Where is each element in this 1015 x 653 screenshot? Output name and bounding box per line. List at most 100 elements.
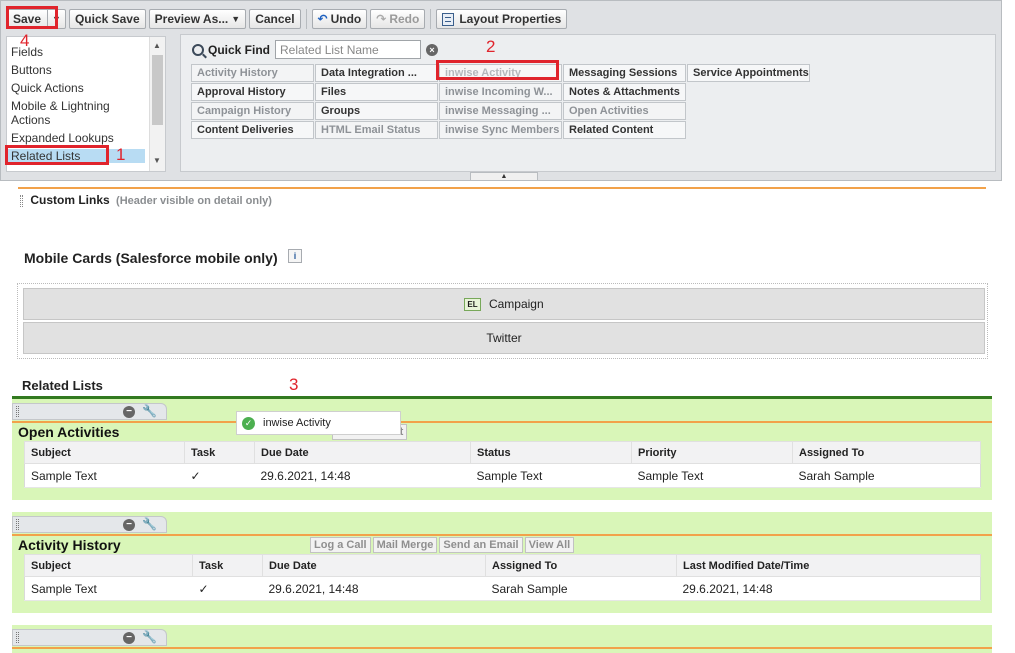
- layout-palette: Save ▼ Quick Save Preview As... ▼ Cancel…: [0, 0, 1002, 181]
- palette-item-service-appointments[interactable]: Service Appointments: [687, 64, 810, 82]
- table-row: Sample Text ✓ 29.6.2021, 14:48 Sarah Sam…: [24, 576, 981, 601]
- activity-history-buttons: Log a Call Mail Merge Send an Email View…: [310, 537, 575, 553]
- undo-label: Undo: [330, 12, 362, 26]
- scroll-thumb[interactable]: [152, 55, 163, 125]
- wrench-icon[interactable]: 🔧: [142, 630, 157, 644]
- redo-icon: ↷: [376, 12, 387, 26]
- mobile-card-label: Twitter: [486, 331, 522, 345]
- table-header-row: Subject Task Due Date Assigned To Last M…: [24, 554, 981, 577]
- annotation-number: 3: [289, 375, 299, 394]
- table-cell: Sample Text: [24, 576, 193, 601]
- palette-item-open-activities[interactable]: Open Activities: [563, 102, 686, 120]
- view-all-button[interactable]: View All: [524, 537, 575, 553]
- palette-item-inwise-messaging[interactable]: inwise Messaging ...: [439, 102, 562, 120]
- quick-find: Quick Find ×: [192, 40, 439, 59]
- annotation-number: 4: [20, 31, 30, 50]
- related-list-open-activities[interactable]: − 🔧 Open Activities Create Event Subject…: [12, 399, 992, 500]
- undo-icon: ↶: [317, 12, 328, 26]
- info-icon[interactable]: i: [288, 249, 302, 263]
- wrench-icon[interactable]: 🔧: [142, 404, 157, 418]
- quick-save-button[interactable]: Quick Save: [68, 9, 146, 29]
- drag-handle-icon[interactable]: [16, 406, 19, 417]
- related-list-activity-history[interactable]: − 🔧 Activity History Log a Call Mail Mer…: [12, 512, 992, 613]
- undo-button[interactable]: ↶ Undo: [311, 9, 368, 29]
- table-cell: Sarah Sample: [792, 463, 981, 488]
- table-row: Sample Text ✓ 29.6.2021, 14:48 Sample Te…: [24, 463, 981, 488]
- column-header: Status: [470, 441, 632, 464]
- open-activities-title: Open Activities: [18, 424, 120, 440]
- layout-properties-button[interactable]: Layout Properties: [436, 9, 568, 29]
- mobile-card-twitter[interactable]: Twitter: [23, 322, 985, 354]
- drag-ghost-label: inwise Activity: [263, 417, 331, 429]
- drag-ghost-inwise-activity[interactable]: ✓ inwise Activity: [236, 411, 401, 435]
- mobile-cards-container: EL Campaign Twitter: [17, 283, 988, 359]
- column-header: Priority: [631, 441, 793, 464]
- mobile-card-campaign[interactable]: EL Campaign: [23, 288, 985, 320]
- related-list-handle[interactable]: − 🔧: [12, 629, 167, 646]
- column-header: Last Modified Date/Time: [676, 554, 981, 577]
- remove-icon[interactable]: −: [123, 406, 135, 418]
- search-icon: [192, 43, 204, 56]
- redo-button[interactable]: ↷ Redo: [370, 9, 426, 29]
- category-quick-actions[interactable]: Quick Actions: [7, 81, 165, 95]
- open-activities-table: Subject Task Due Date Status Priority As…: [24, 441, 981, 488]
- palette-item-data-integration[interactable]: Data Integration ...: [315, 64, 438, 82]
- activity-history-table: Subject Task Due Date Assigned To Last M…: [24, 554, 981, 601]
- related-list-handle[interactable]: − 🔧: [12, 516, 167, 533]
- redo-label: Redo: [389, 12, 420, 26]
- table-cell: Sarah Sample: [485, 576, 677, 601]
- palette-item-inwise-sync-members[interactable]: inwise Sync Members: [439, 121, 562, 139]
- custom-links-subtitle: (Header visible on detail only): [116, 195, 272, 207]
- mail-merge-button[interactable]: Mail Merge: [372, 537, 438, 553]
- palette-item-content-deliveries[interactable]: Content Deliveries: [191, 121, 314, 139]
- clear-icon[interactable]: ×: [426, 43, 439, 56]
- category-mobile-lightning-actions[interactable]: Mobile & Lightning Actions: [7, 99, 135, 127]
- related-list-next[interactable]: − 🔧: [12, 625, 992, 653]
- column-header: Due Date: [254, 441, 471, 464]
- drag-handle-icon[interactable]: [20, 194, 23, 207]
- table-cell: 29.6.2021, 14:48: [254, 463, 471, 488]
- remove-icon[interactable]: −: [123, 632, 135, 644]
- send-an-email-button[interactable]: Send an Email: [439, 537, 523, 553]
- checkmark-icon: ✓: [192, 576, 263, 601]
- palette-collapse-handle[interactable]: ▲: [470, 172, 538, 180]
- section-divider: [18, 187, 986, 189]
- column-header: Subject: [24, 441, 185, 464]
- table-cell: 29.6.2021, 14:48: [262, 576, 486, 601]
- category-fields[interactable]: Fields: [7, 45, 165, 59]
- scroll-down-icon[interactable]: ▼: [153, 156, 161, 165]
- category-scrollbar[interactable]: ▲ ▼: [149, 37, 165, 171]
- palette-item-related-content[interactable]: Related Content: [563, 121, 686, 139]
- log-a-call-button[interactable]: Log a Call: [310, 537, 371, 553]
- palette-item-notes-attachments[interactable]: Notes & Attachments: [563, 83, 686, 101]
- category-buttons[interactable]: Buttons: [7, 63, 165, 77]
- palette-item-messaging-sessions[interactable]: Messaging Sessions: [563, 64, 686, 82]
- table-cell: 29.6.2021, 14:48: [676, 576, 981, 601]
- drag-handle-icon[interactable]: [16, 632, 19, 643]
- preview-as-button[interactable]: Preview As... ▼: [148, 9, 247, 29]
- layout-properties-icon: [442, 12, 455, 26]
- section-divider: [12, 421, 992, 423]
- remove-icon[interactable]: −: [123, 519, 135, 531]
- toolbar-divider: [305, 9, 307, 29]
- palette-item-campaign-history[interactable]: Campaign History: [191, 102, 314, 120]
- custom-links-section[interactable]: Custom Links (Header visible on detail o…: [20, 193, 272, 207]
- wrench-icon[interactable]: 🔧: [142, 517, 157, 531]
- palette-item-inwise-incoming[interactable]: inwise Incoming W...: [439, 83, 562, 101]
- related-list-handle[interactable]: − 🔧: [12, 403, 167, 420]
- column-header: Assigned To: [485, 554, 677, 577]
- annotation-number: 2: [486, 37, 496, 56]
- palette-item-groups[interactable]: Groups: [315, 102, 438, 120]
- palette-item-activity-history[interactable]: Activity History: [191, 64, 314, 82]
- palette-item-files[interactable]: Files: [315, 83, 438, 101]
- scroll-up-icon[interactable]: ▲: [153, 41, 161, 50]
- quick-find-input[interactable]: [275, 40, 422, 59]
- palette-item-html-email-status[interactable]: HTML Email Status: [315, 121, 438, 139]
- column-header: Task: [192, 554, 263, 577]
- drag-handle-icon[interactable]: [16, 519, 19, 530]
- toolbar: Save ▼ Quick Save Preview As... ▼ Cancel…: [6, 9, 568, 30]
- column-header: Assigned To: [792, 441, 981, 464]
- category-expanded-lookups[interactable]: Expanded Lookups: [7, 131, 165, 145]
- cancel-button[interactable]: Cancel: [249, 9, 301, 29]
- palette-item-approval-history[interactable]: Approval History: [191, 83, 314, 101]
